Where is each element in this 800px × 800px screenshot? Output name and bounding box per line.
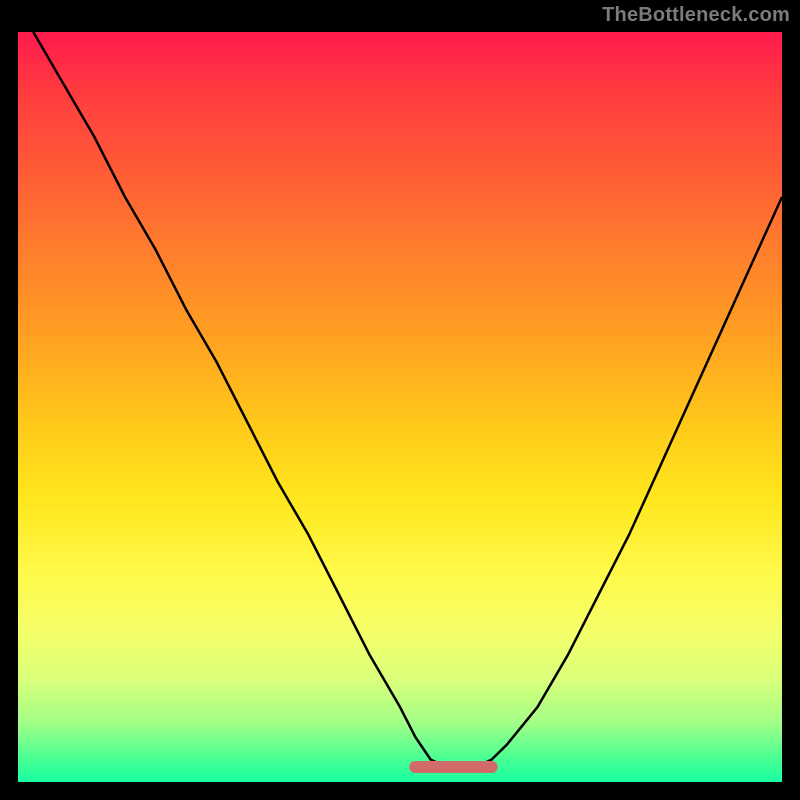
bottleneck-curve: [33, 32, 782, 767]
plot-area: [18, 32, 782, 782]
chart-frame: TheBottleneck.com: [0, 0, 800, 800]
curve-overlay: [18, 32, 782, 782]
watermark-text: TheBottleneck.com: [602, 4, 790, 27]
